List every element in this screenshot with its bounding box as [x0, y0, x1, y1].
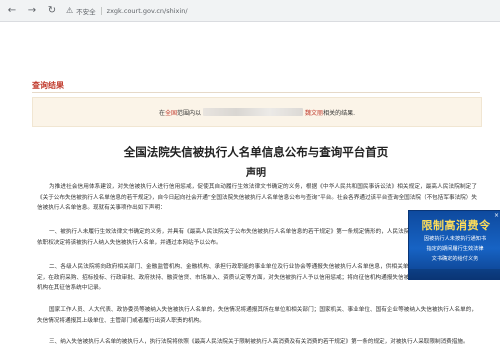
- page-title: 全国法院失信被执行人名单信息公布与查询平台首页: [123, 145, 389, 159]
- ad-footer: [409, 269, 500, 279]
- banner-mid: 范围内以: [177, 109, 202, 117]
- security-label: 不安全: [76, 7, 96, 16]
- banner-scope: 全国: [165, 109, 178, 117]
- banner-suffix: 相关的结果.: [323, 109, 355, 117]
- banner-name: 魏文丽: [305, 109, 324, 117]
- results-banner: 在 全国 范围内以 魏文丽 相关的结果.: [32, 97, 482, 127]
- forward-icon[interactable]: →: [24, 3, 40, 19]
- blurred-query: [203, 108, 304, 116]
- results-title: 查询结果: [32, 81, 64, 90]
- address-bar[interactable]: ⚠ 不安全 zxgk.court.gov.cn/shixin/: [66, 4, 188, 18]
- paragraph-5: 三、纳入失信被执行人名单的被执行人，执行法院将依照《最高人民法院关于限制被执行人…: [49, 339, 469, 345]
- divider: [32, 92, 480, 93]
- ad-title: 限制高消费令: [421, 219, 491, 232]
- statement-heading: 声明: [246, 168, 266, 179]
- ad-line: 文书确定的给付义务: [431, 256, 479, 262]
- ad-line: 因被执行人未按执行通知书: [423, 236, 487, 242]
- browser-toolbar: ← → ↻ ⚠ 不安全 zxgk.court.gov.cn/shixin/: [0, 0, 500, 22]
- reload-icon[interactable]: ↻: [44, 3, 60, 19]
- divider: [100, 6, 102, 15]
- paragraph-1: 为推进社会信用体系建设，对失信被执行人进行信用惩戒，促使其自动履行生效法律文书确…: [37, 184, 477, 211]
- floating-ad[interactable]: × 限制高消费令 因被执行人未按执行通知书 指定的期间履行生效法律 文书确定的给…: [408, 210, 500, 280]
- paragraph-4: 国家工作人员、人大代表、政协委员等被纳入失信被执行人名单的，失信情况将通报其所在…: [37, 307, 477, 324]
- warning-icon: ⚠: [66, 6, 74, 15]
- url-text: zxgk.court.gov.cn/shixin/: [106, 6, 188, 15]
- ad-line: 指定的期间履行生效法律: [426, 246, 484, 252]
- back-icon[interactable]: ←: [4, 3, 20, 19]
- page-content: 查询结果 在 全国 范围内以 魏文丽 相关的结果. 全国法院失信被执行人名单信息…: [12, 22, 500, 348]
